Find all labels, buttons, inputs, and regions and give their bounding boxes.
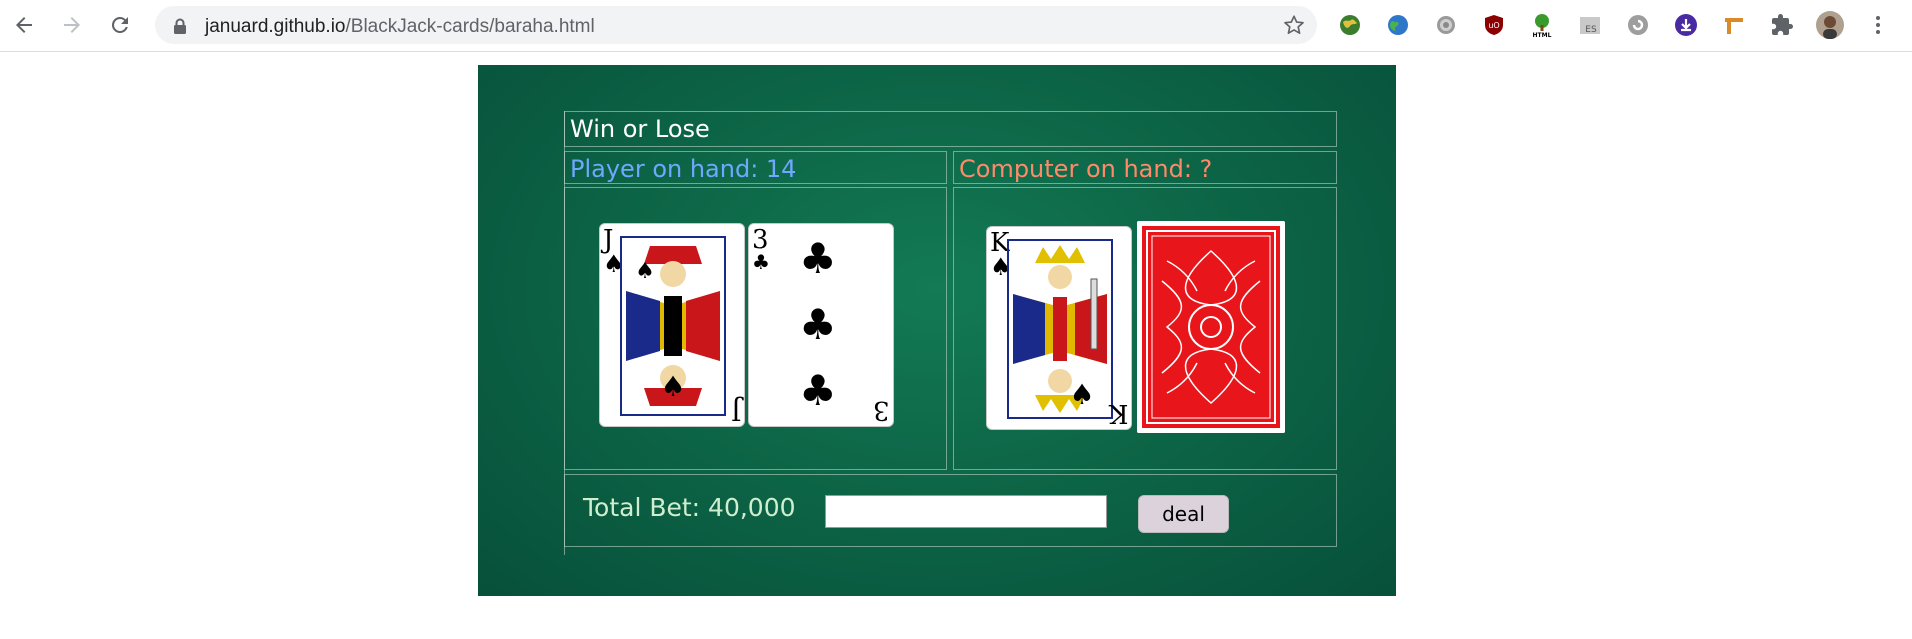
puzzle-icon[interactable]: [1768, 11, 1796, 39]
total-bet-label: Total Bet: 40,000: [583, 493, 796, 522]
bet-input[interactable]: [825, 495, 1107, 528]
svg-text:ES: ES: [1585, 25, 1597, 35]
address-bar[interactable]: januard.github.io/BlackJack-cards/baraha…: [155, 6, 1317, 44]
url-text[interactable]: januard.github.io/BlackJack-cards/baraha…: [205, 16, 595, 38]
earth-globe-icon[interactable]: [1336, 11, 1364, 39]
reload-button[interactable]: [104, 9, 136, 41]
card-rank-bottom: 3: [873, 395, 890, 425]
svg-text:HTML: HTML: [1533, 32, 1552, 38]
bookmark-star-icon[interactable]: [1283, 14, 1305, 36]
computer-cards-area: K ♠ ♠ K: [953, 187, 1337, 470]
url-path: /BlackJack-cards/baraha.html: [345, 16, 595, 37]
svg-text:♠: ♠: [1069, 378, 1094, 411]
card-rank-bottom: J: [730, 395, 741, 425]
svg-text:uO: uO: [1488, 21, 1499, 30]
url-host: januard.github.io: [205, 16, 346, 37]
bet-row: Total Bet: 40,000 deal: [564, 474, 1337, 547]
card-king-of-spades: K ♠ ♠ K: [986, 226, 1132, 430]
result-cell: Win or Lose: [564, 111, 1337, 147]
back-arrow-icon: [16, 17, 32, 33]
forward-button[interactable]: [56, 9, 88, 41]
card-face-down: [1137, 221, 1285, 433]
svg-text:♠: ♠: [660, 370, 685, 403]
browser-toolbar: januard.github.io/BlackJack-cards/baraha…: [0, 0, 1912, 52]
result-title: Win or Lose: [570, 115, 710, 143]
refresh-circle-icon[interactable]: [1624, 11, 1652, 39]
card-rank-bottom: K: [1108, 398, 1128, 428]
player-cards-area: J ♠ ♠ ♠ J 3 ♣ ♣ ♣ ♣ 3: [564, 187, 947, 470]
club-pip-icon: ♣: [799, 366, 837, 415]
player-label-cell: Player on hand: 14: [564, 151, 947, 184]
card-back-pattern: [1137, 221, 1285, 433]
computer-hand-label: Computer on hand: ?: [959, 155, 1213, 183]
menu-dots-icon[interactable]: [1864, 11, 1892, 39]
svg-text:♠: ♠: [635, 259, 655, 284]
gear-icon[interactable]: [1432, 11, 1460, 39]
computer-label-cell: Computer on hand: ?: [953, 151, 1337, 184]
jack-face-art: ♠ ♠: [620, 236, 726, 416]
king-face-art: ♠: [1007, 239, 1113, 419]
profile-avatar[interactable]: [1816, 11, 1844, 39]
globe-icon[interactable]: [1384, 11, 1412, 39]
card-3-of-clubs: 3 ♣ ♣ ♣ ♣ 3: [748, 223, 894, 427]
club-pip-icon: ♣: [799, 234, 837, 283]
ruler-icon[interactable]: [1720, 11, 1748, 39]
back-button[interactable]: [8, 9, 40, 41]
download-icon[interactable]: [1672, 11, 1700, 39]
forward-arrow-icon: [64, 17, 80, 33]
html-tree-icon[interactable]: HTML: [1528, 11, 1556, 39]
lock-icon: [174, 18, 186, 34]
club-icon: ♣: [752, 250, 770, 274]
reload-icon: [111, 16, 128, 33]
game-table: Win or Lose Player on hand: 14 Computer …: [478, 65, 1396, 596]
card-jack-of-spades: J ♠ ♠ ♠ J: [599, 223, 745, 427]
player-hand-label: Player on hand: 14: [570, 155, 797, 183]
deal-button[interactable]: deal: [1138, 495, 1229, 533]
es-icon[interactable]: ES: [1576, 11, 1604, 39]
ublock-icon[interactable]: uO: [1480, 11, 1508, 39]
club-pip-icon: ♣: [799, 300, 837, 349]
